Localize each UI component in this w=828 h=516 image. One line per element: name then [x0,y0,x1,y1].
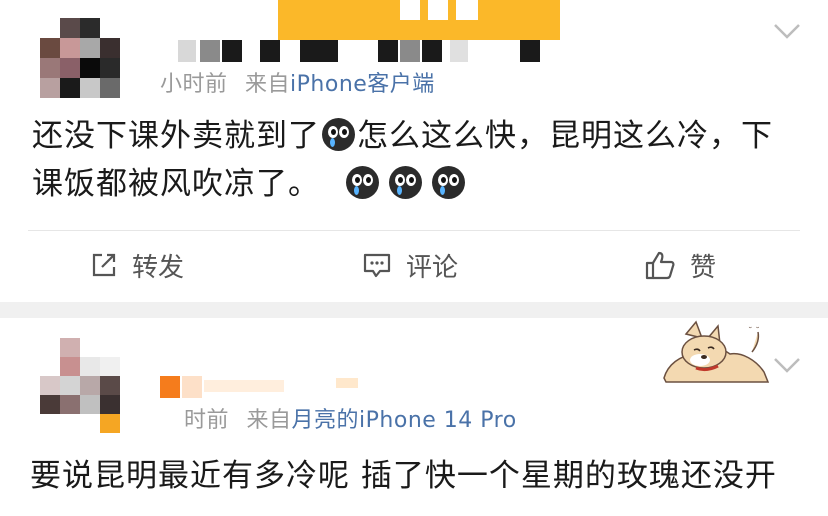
post-meta: 小时前 来自iPhone客户端 [160,66,435,98]
post-from-label: 来自 [246,408,292,433]
username-obscured[interactable] [178,40,548,62]
post-time: 时前 [184,408,230,433]
comment-button[interactable]: 评论 [362,246,458,284]
post-source[interactable]: 月亮的iPhone 14 Pro [292,408,517,433]
crying-face-emoji-icon [346,166,379,199]
crying-face-emoji-icon [389,166,422,199]
comment-label: 评论 [406,252,459,283]
content-text: 怎么这么快，昆明这么冷，下 [357,118,773,154]
chevron-down-icon[interactable] [772,356,802,374]
comment-icon [363,253,391,278]
action-divider [28,230,800,231]
post-from-label: 来自 [245,72,291,97]
like-label: 赞 [690,252,717,283]
post-time: 小时前 [160,72,228,97]
post-separator [0,302,828,318]
post-content: 要说昆明最近有多冷呢 插了快一个星期的玫瑰还没开 [30,452,777,500]
crying-face-emoji-icon [322,118,355,151]
weibo-post-1: 小时前 来自iPhone客户端 还没下课外卖就到了 怎么这么快，昆明这么冷，下 课… [0,0,828,302]
post-content: 还没下课外卖就到了 怎么这么快，昆明这么冷，下 课饭都被风吹凉了。 [32,112,773,208]
repost-label: 转发 [132,252,185,283]
obscured-banner [278,0,560,40]
repost-button[interactable]: 转发 [90,246,184,284]
username-obscured[interactable] [160,376,360,398]
crying-face-emoji-icon [432,166,465,199]
like-button[interactable]: 赞 [644,246,716,284]
post-source[interactable]: iPhone客户端 [290,72,435,97]
content-text: 要说昆明最近有多冷呢 插了快一个星期的玫瑰还没开 [30,458,777,494]
content-text: 还没下课外卖就到了 [32,118,320,154]
avatar[interactable] [40,338,120,433]
dog-sticker: ˘ ˘ [660,320,772,386]
post-meta: 时前 来自月亮的iPhone 14 Pro [184,402,517,434]
chevron-down-icon[interactable] [772,22,802,40]
content-text: 课饭都被风吹凉了。 [32,166,320,202]
repost-icon [92,253,116,277]
like-icon [645,251,675,280]
svg-text:˘ ˘: ˘ ˘ [748,326,760,337]
avatar[interactable] [40,18,120,98]
